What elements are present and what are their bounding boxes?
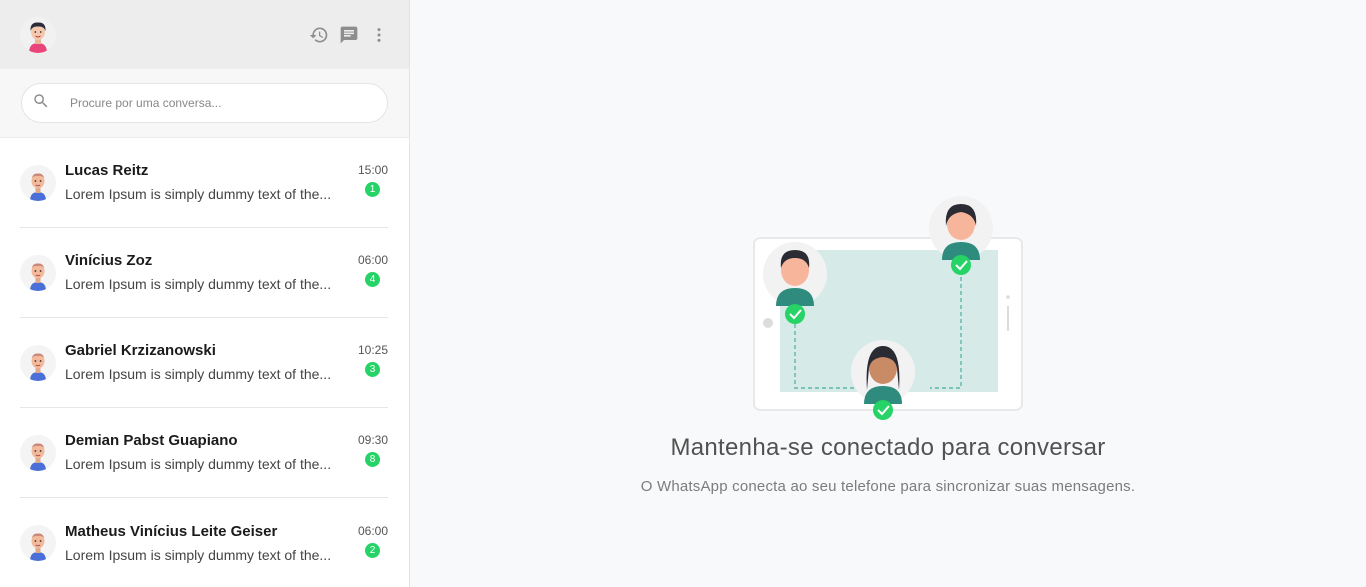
chat-meta: 15:00 1 [348, 162, 388, 197]
unread-badge: 4 [365, 272, 380, 287]
chat-list-item[interactable]: Lucas Reitz Lorem Ipsum is simply dummy … [20, 138, 388, 228]
chat-body: Demian Pabst Guapiano Lorem Ipsum is sim… [65, 431, 348, 474]
contact-name: Demian Pabst Guapiano [65, 432, 238, 449]
sidebar: Lucas Reitz Lorem Ipsum is simply dummy … [0, 0, 410, 587]
contact-avatar [20, 525, 56, 561]
chat-meta: 06:00 2 [348, 523, 388, 558]
message-time: 06:00 [357, 253, 388, 267]
chat-meta: 06:00 4 [348, 252, 388, 287]
message-time: 15:00 [357, 163, 388, 177]
contact-name: Matheus Vinícius Leite Geiser [65, 522, 278, 540]
history-icon[interactable] [309, 25, 329, 45]
profile-avatar[interactable] [20, 16, 56, 53]
main-panel: Mantenha-se conectado para conversar O W… [410, 0, 1366, 587]
message-time: 10:25 [357, 343, 388, 357]
search-box [21, 83, 388, 123]
chat-list: Lucas Reitz Lorem Ipsum is simply dummy … [0, 138, 409, 587]
chat-body: Matheus Vinícius Leite Geiser Lorem Ipsu… [65, 522, 348, 565]
chat-list-item[interactable]: Matheus Vinícius Leite Geiser Lorem Ipsu… [20, 498, 388, 587]
header-actions [309, 25, 389, 45]
new-chat-icon[interactable] [339, 25, 359, 45]
connection-illustration [748, 190, 1028, 420]
search-input[interactable] [70, 96, 370, 110]
contact-name: Gabriel Krzizanowski [65, 342, 216, 359]
chat-body: Vinícius Zoz Lorem Ipsum is simply dummy… [65, 251, 348, 294]
contact-name: Lucas Reitz [65, 162, 149, 179]
menu-dots-icon[interactable] [369, 25, 389, 45]
message-time: 09:30 [357, 433, 388, 447]
chat-body: Lucas Reitz Lorem Ipsum is simply dummy … [65, 161, 348, 204]
chat-list-item[interactable]: Vinícius Zoz Lorem Ipsum is simply dummy… [20, 228, 388, 318]
contact-avatar [20, 434, 56, 471]
unread-badge: 3 [365, 362, 380, 377]
unread-badge: 1 [365, 182, 380, 197]
message-preview: Lorem Ipsum is simply dummy text of the.… [65, 366, 332, 382]
main-title: Mantenha-se conectado para conversar [670, 434, 1106, 461]
message-preview: Lorem Ipsum is simply dummy text of the.… [65, 276, 332, 292]
contact-avatar [20, 164, 56, 201]
chat-meta: 10:25 3 [348, 342, 388, 377]
message-preview: Lorem Ipsum is simply dummy text of the.… [65, 546, 332, 563]
search-area [0, 69, 409, 138]
chat-meta: 09:30 8 [348, 432, 388, 467]
contact-name: Vinícius Zoz [65, 252, 153, 269]
search-icon[interactable] [32, 92, 50, 115]
sidebar-header [0, 0, 409, 69]
chat-list-item[interactable]: Gabriel Krzizanowski Lorem Ipsum is simp… [20, 318, 388, 408]
contact-avatar [20, 344, 56, 381]
message-preview: Lorem Ipsum is simply dummy text of the.… [65, 456, 332, 472]
message-preview: Lorem Ipsum is simply dummy text of the.… [65, 186, 332, 202]
chat-list-item[interactable]: Demian Pabst Guapiano Lorem Ipsum is sim… [20, 408, 388, 498]
chat-body: Gabriel Krzizanowski Lorem Ipsum is simp… [65, 341, 348, 384]
unread-badge: 8 [365, 452, 380, 467]
unread-badge: 2 [365, 542, 380, 558]
message-time: 06:00 [357, 523, 388, 538]
contact-avatar [20, 254, 56, 291]
main-subtitle: O WhatsApp conecta ao seu telefone para … [640, 478, 1136, 495]
